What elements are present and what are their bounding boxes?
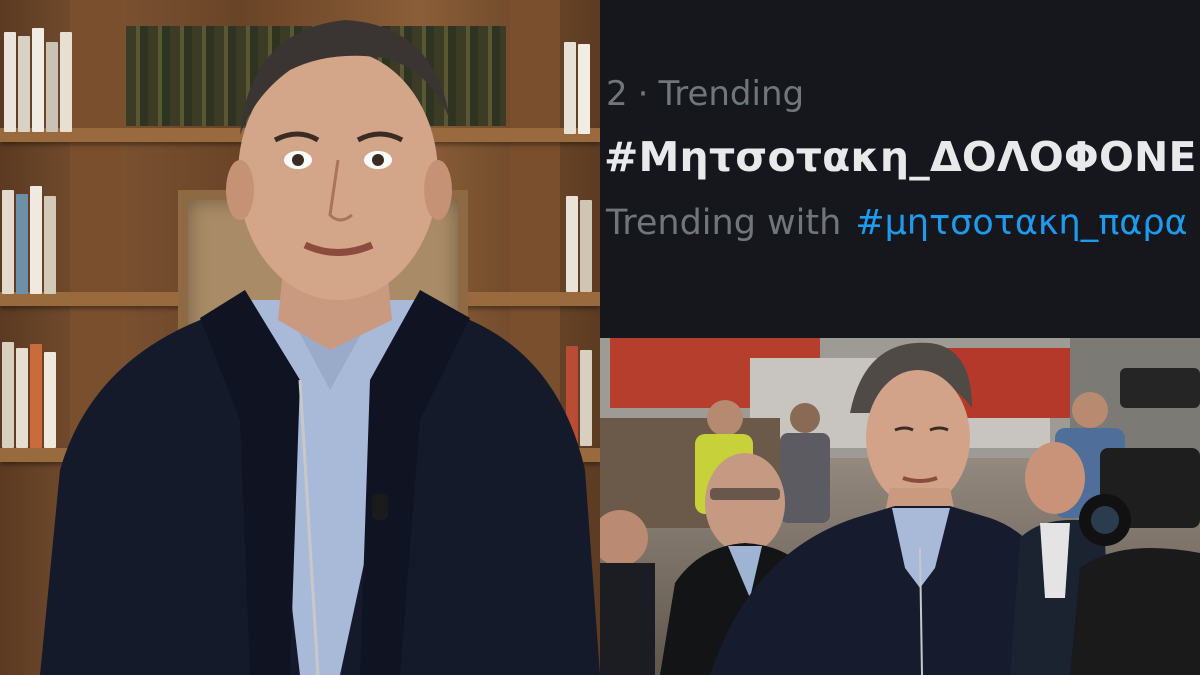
- trending-card[interactable]: 2 · Trending #Μητσοτακη_ΔΟΛΟΦΟΝΕ Trending …: [600, 0, 1200, 338]
- trend-separator: ·: [637, 74, 649, 114]
- right-photo-outdoor: [600, 338, 1200, 675]
- trend-hashtag[interactable]: #Μητσοτακη_ΔΟΛΟΦΟΝΕ: [604, 133, 1197, 181]
- trend-meta: 2 · Trending: [606, 74, 804, 114]
- speaker-figure: [40, 20, 600, 675]
- related-hashtag-link[interactable]: #μητσοτακη_παρα: [855, 203, 1187, 243]
- outdoor-scene: [600, 338, 1200, 675]
- trend-rank: 2: [606, 74, 628, 114]
- left-photo-speaker: [0, 0, 600, 675]
- trending-with-label: Trending with: [606, 203, 842, 243]
- trend-category: Trending: [658, 74, 805, 114]
- trending-with-row: Trending with #μητσοτακη_παρα: [606, 203, 1188, 243]
